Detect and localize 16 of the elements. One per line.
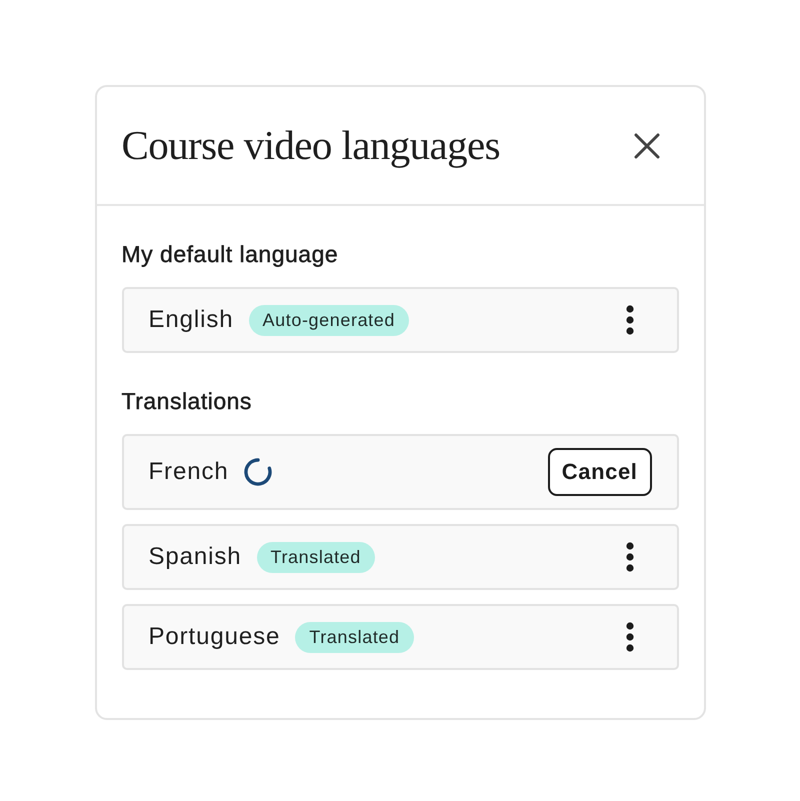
- loading-spinner-icon: [244, 458, 272, 486]
- more-options-icon[interactable]: [624, 542, 634, 572]
- status-badge: Translated: [256, 542, 375, 572]
- more-options-icon[interactable]: [624, 622, 634, 652]
- more-options-icon[interactable]: [624, 305, 634, 335]
- status-badge: Translated: [295, 622, 414, 652]
- language-name: English: [148, 305, 234, 335]
- section-heading: My default language: [122, 240, 340, 269]
- language-name: Portuguese: [148, 622, 280, 652]
- status-badge: Auto-generated: [248, 304, 410, 336]
- language-name: French: [148, 457, 229, 487]
- close-icon[interactable]: [634, 132, 660, 158]
- cancel-button[interactable]: Cancel: [548, 448, 652, 496]
- section-heading: Translations: [122, 387, 253, 416]
- language-name: Spanish: [148, 542, 242, 572]
- dialog-title: Course video languages: [122, 120, 500, 170]
